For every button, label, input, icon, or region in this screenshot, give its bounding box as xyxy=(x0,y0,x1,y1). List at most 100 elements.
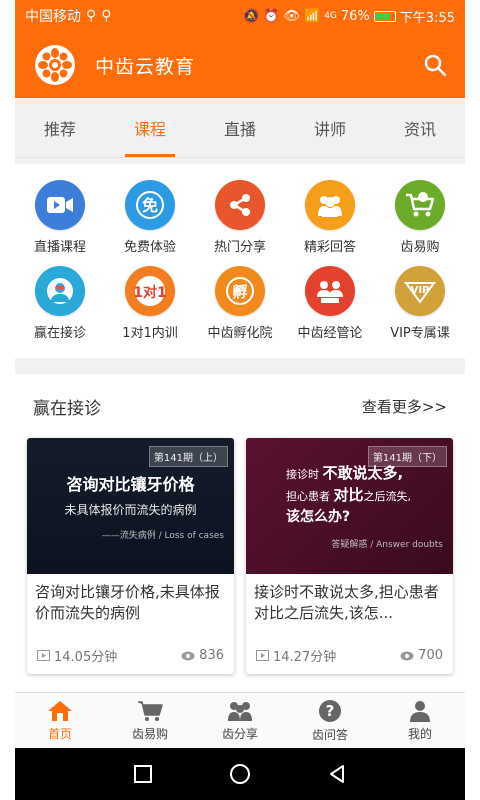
grid-item-free-trial[interactable]: 免 免费体验 xyxy=(105,180,195,266)
nav-home[interactable]: 首页 xyxy=(15,693,105,748)
eye-icon xyxy=(181,651,195,660)
grid-label: VIP专属课 xyxy=(390,326,450,341)
search-button[interactable] xyxy=(419,49,451,81)
one-on-one-icon: 1对1 xyxy=(125,266,175,316)
section-title: 赢在接诊 xyxy=(33,398,101,419)
app-bar: 中齿云教育 xyxy=(15,32,465,98)
course-title: 咨询对比镶牙价格,未具体报价而流失的病例 xyxy=(35,583,220,622)
thumbnail-text: 之后流失, xyxy=(363,489,412,503)
nav-label: 我的 xyxy=(407,726,432,741)
grid-item-hot-share[interactable]: 热门分享 xyxy=(195,180,285,266)
course-duration: 14.05分钟 xyxy=(54,650,118,665)
nav-label: 首页 xyxy=(47,726,72,741)
nav-label: 齿分享 xyxy=(221,726,258,741)
tab-lecturers[interactable]: 讲师 xyxy=(285,98,375,157)
thumbnail-text: 该怎么办? xyxy=(286,508,351,525)
see-more-link[interactable]: 查看更多>> xyxy=(362,396,447,417)
grid-label: 齿易购 xyxy=(400,240,440,255)
user-icon xyxy=(410,700,430,722)
thumbnail-footer: 答疑解惑 / Answer doubts xyxy=(331,539,443,550)
grid-item-incubator[interactable]: 孵 中齿孵化院 xyxy=(195,266,285,352)
carrier-text: 中国移动 xyxy=(25,9,81,25)
status-bar: 中国移动 ⚲ ⚲ 🔕 ⏰ 👁 📶 4G 76% 下午3:55 xyxy=(15,0,465,32)
signal-text: 4G xyxy=(324,11,337,21)
grid-item-vip[interactable]: VIP VIP专属课 xyxy=(375,266,465,352)
home-icon xyxy=(48,700,72,721)
svg-text:?: ? xyxy=(326,702,335,720)
svg-text:免: 免 xyxy=(142,196,158,215)
nav-me[interactable]: 我的 xyxy=(375,693,465,748)
logo-icon xyxy=(35,45,75,85)
nav-label: 齿易购 xyxy=(131,726,168,741)
management-icon xyxy=(305,266,355,316)
issue-badge: 第141期（上） xyxy=(148,446,228,467)
recents-button[interactable] xyxy=(133,764,153,784)
time-text: 下午3:55 xyxy=(399,10,455,26)
course-views: 836 xyxy=(199,648,224,663)
play-icon xyxy=(256,650,269,661)
nav-share[interactable]: 齿分享 xyxy=(195,693,285,748)
usb-icon: ⚲ xyxy=(86,8,97,24)
search-icon xyxy=(424,54,447,77)
course-duration: 14.27分钟 xyxy=(273,650,337,665)
cart-icon xyxy=(138,700,163,721)
grid-item-great-answers[interactable]: 精彩回答 xyxy=(285,180,375,266)
issue-badge: 第141期（下） xyxy=(367,446,447,467)
doctor-icon xyxy=(35,266,85,316)
back-button[interactable] xyxy=(327,764,347,784)
play-icon xyxy=(37,650,50,661)
app-title: 中齿云教育 xyxy=(95,55,196,78)
wifi-icon: 📶 xyxy=(304,8,321,24)
usb-icon-2: ⚲ xyxy=(101,8,112,24)
triangle-back-icon xyxy=(330,765,344,783)
grid-item-shop[interactable]: 齿易购 xyxy=(375,180,465,266)
nav-shop[interactable]: 齿易购 xyxy=(105,693,195,748)
grid-label: 免费体验 xyxy=(123,240,176,255)
eye-icon: 👁 xyxy=(283,8,300,24)
course-thumbnail: 第141期（下） 接诊时 不敢说太多, 担心患者 对比之后流失, 该怎么办? 答… xyxy=(246,438,453,574)
grid-item-win-reception[interactable]: 赢在接诊 xyxy=(15,266,105,352)
course-card[interactable]: 第141期（上） 咨询对比镶牙价格 未具体报价而流失的病例 ——流失病例 / L… xyxy=(27,438,234,674)
mute-icon: 🔕 xyxy=(243,8,260,24)
feature-grid: 直播课程 免 免费体验 热门分享 精彩回答 齿易购 赢在接诊 1对1 1对1内训… xyxy=(15,164,465,358)
course-title: 接诊时不敢说太多,担心患者对比之后流失,该怎... xyxy=(254,583,439,622)
grid-item-live-courses[interactable]: 直播课程 xyxy=(15,180,105,266)
thumbnail-text: 对比 xyxy=(333,485,364,504)
course-card[interactable]: 第141期（下） 接诊时 不敢说太多, 担心患者 对比之后流失, 该怎么办? 答… xyxy=(246,438,453,674)
thumbnail-subline: 未具体报价而流失的病例 xyxy=(64,503,197,517)
grid-label: 赢在接诊 xyxy=(33,326,86,341)
tab-news[interactable]: 资讯 xyxy=(375,98,465,157)
shopping-cart-icon xyxy=(395,180,445,230)
bottom-navigation: 首页 齿易购 齿分享 ? 齿问答 我的 xyxy=(15,692,465,748)
group-icon xyxy=(228,701,252,721)
question-icon: ? xyxy=(319,699,341,722)
free-icon: 免 xyxy=(125,180,175,230)
share-icon xyxy=(215,180,265,230)
nav-label: 齿问答 xyxy=(311,727,348,742)
category-tabs: 推荐 课程 直播 讲师 资讯 xyxy=(15,98,465,158)
square-icon xyxy=(134,765,152,783)
eye-icon xyxy=(400,651,414,660)
svg-text:孵: 孵 xyxy=(232,283,247,301)
home-system-button[interactable] xyxy=(229,763,251,785)
grid-label: 中齿经管论 xyxy=(297,326,363,341)
nav-qa[interactable]: ? 齿问答 xyxy=(285,693,375,748)
grid-label: 直播课程 xyxy=(33,240,86,255)
win-reception-section: 赢在接诊 查看更多>> 第141期（上） 咨询对比镶牙价格 未具体报价而流失的病… xyxy=(15,374,465,694)
people-icon xyxy=(305,180,355,230)
thumbnail-footer: ——流失病例 / Loss of cases xyxy=(101,531,224,541)
thumbnail-text: 担心患者 xyxy=(286,489,330,503)
svg-text:VIP: VIP xyxy=(411,285,430,296)
tab-courses[interactable]: 课程 xyxy=(105,98,195,157)
grid-item-management[interactable]: 中齿经管论 xyxy=(285,266,375,352)
tab-live[interactable]: 直播 xyxy=(195,98,285,157)
grid-label: 1对1内训 xyxy=(122,326,178,341)
grid-label: 精彩回答 xyxy=(303,240,356,255)
tab-recommend[interactable]: 推荐 xyxy=(15,98,105,157)
grid-item-one-on-one[interactable]: 1对1 1对1内训 xyxy=(105,266,195,352)
incubator-icon: 孵 xyxy=(215,266,265,316)
course-thumbnail: 第141期（上） 咨询对比镶牙价格 未具体报价而流失的病例 ——流失病例 / L… xyxy=(27,438,234,574)
vip-icon: VIP xyxy=(395,266,445,316)
thumbnail-text: 接诊时 xyxy=(286,467,319,481)
battery-text: 76% xyxy=(340,8,370,24)
